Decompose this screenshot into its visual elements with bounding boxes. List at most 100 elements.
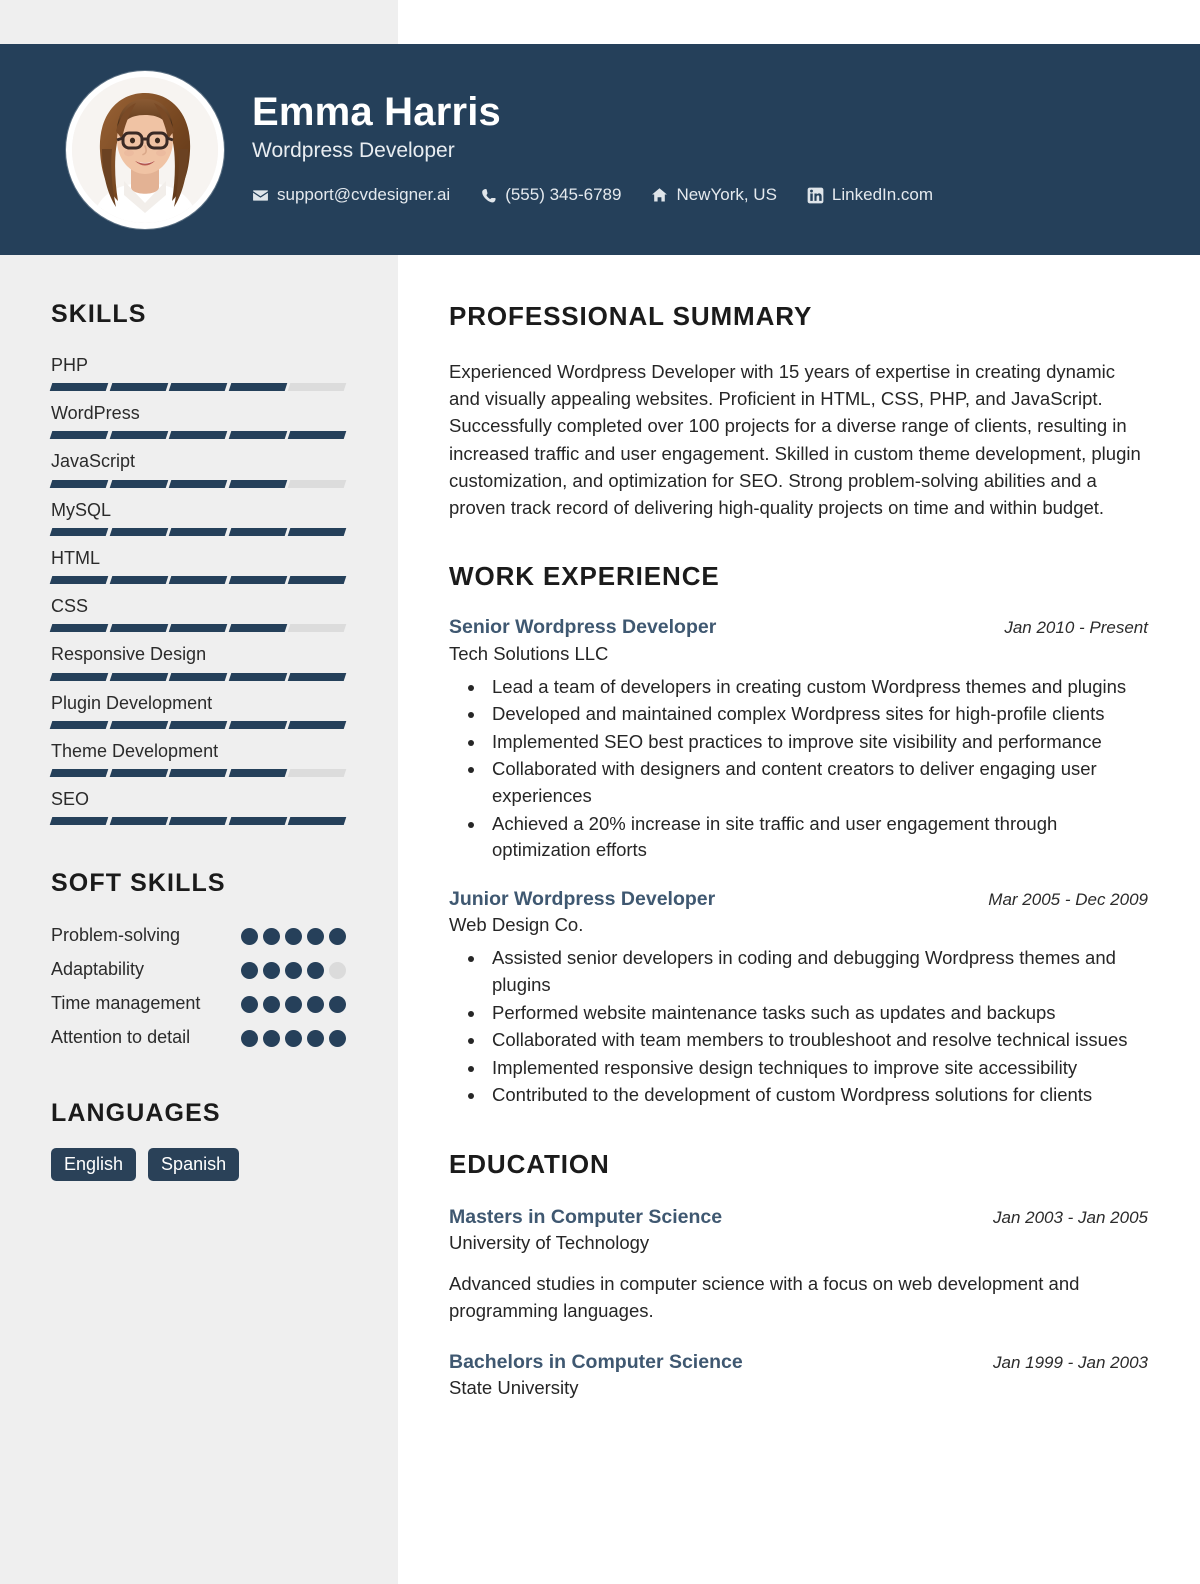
- skill-bar-segment: [109, 479, 168, 488]
- soft-skill-rating: [241, 1026, 346, 1048]
- rating-dot: [263, 996, 280, 1014]
- header-text-block: Emma Harris Wordpress Developer support@…: [252, 90, 933, 210]
- rating-dot: [263, 962, 280, 980]
- home-icon: [651, 187, 668, 204]
- list-item: Assisted senior developers in coding and…: [486, 945, 1148, 998]
- soft-skills-list: Problem-solving Adaptability Time manageme…: [51, 924, 346, 1053]
- rating-dot: [285, 996, 302, 1014]
- experience-date: Mar 2005 - Dec 2009: [988, 889, 1148, 909]
- experience-entry: Junior Wordpress Developer Mar 2005 - Dec…: [449, 888, 1148, 1109]
- resume-header: Emma Harris Wordpress Developer support@…: [0, 44, 1200, 255]
- skill-row: PHP: [49, 355, 347, 392]
- skill-bar-segment: [228, 817, 287, 826]
- skill-level-bar: [49, 720, 347, 729]
- skills-list: PHP WordPress JavaScript MySQL HTML CSS Respon…: [49, 355, 347, 826]
- education-heading: EDUCATION: [449, 1149, 610, 1180]
- contact-location-text: NewYork, US: [676, 185, 777, 205]
- skill-bar-segment: [288, 576, 347, 585]
- education-date: Jan 1999 - Jan 2003: [992, 1353, 1148, 1373]
- profile-photo-icon: [72, 76, 218, 223]
- skill-bar-segment: [49, 527, 108, 536]
- list-item: Implemented responsive design techniques…: [486, 1055, 1148, 1082]
- soft-skill-rating: [241, 992, 346, 1014]
- experience-title: Junior Wordpress Developer: [449, 887, 716, 910]
- skill-bar-segment: [109, 769, 168, 778]
- entry-header: Bachelors in Computer Science Jan 1999 - …: [449, 1351, 1148, 1374]
- skill-label: CSS: [51, 596, 89, 617]
- skill-bar-segment: [228, 720, 287, 729]
- list-item: Collaborated with designers and content …: [486, 756, 1148, 809]
- skill-level-bar: [49, 817, 347, 826]
- skill-row: JavaScript: [49, 451, 347, 488]
- skill-bar-segment: [288, 817, 347, 826]
- education-degree: Masters in Computer Science: [449, 1206, 723, 1229]
- skill-bar-segment: [109, 672, 168, 681]
- skill-bar-segment: [49, 672, 108, 681]
- phone-icon: [480, 187, 497, 204]
- skill-row: Plugin Development: [49, 693, 347, 729]
- rating-dot: [241, 962, 258, 980]
- skill-bar-segment: [168, 769, 228, 778]
- rating-dot: [285, 1030, 302, 1048]
- education-degree: Bachelors in Computer Science: [449, 1351, 743, 1374]
- education-institution: University of Technology: [449, 1232, 650, 1254]
- soft-skill-row: Attention to detail: [51, 1026, 346, 1053]
- rating-dot: [285, 928, 302, 946]
- skill-bar-segment: [168, 720, 228, 729]
- skill-bar-segment: [228, 769, 287, 778]
- rating-dot: [285, 962, 302, 980]
- skill-bar-segment: [168, 479, 228, 488]
- skill-level-bar: [49, 624, 347, 633]
- skill-row: CSS: [49, 596, 347, 633]
- envelope-icon: [252, 187, 269, 204]
- list-item: Developed and maintained complex Wordpre…: [486, 701, 1148, 728]
- skill-bar-segment: [109, 576, 168, 585]
- skill-bar-segment: [168, 431, 228, 440]
- experience-entry: Senior Wordpress Developer Jan 2010 - Pre…: [449, 616, 1148, 864]
- resume-page: Emma Harris Wordpress Developer support@…: [0, 0, 1200, 1584]
- list-item: Achieved a 20% increase in site traffic …: [486, 811, 1148, 864]
- skill-level-bar: [49, 431, 347, 440]
- soft-skill-row: Problem-solving: [51, 924, 346, 951]
- skill-row: HTML: [49, 547, 347, 585]
- top-strip-left-gray: [0, 0, 398, 44]
- rating-dot: [263, 1030, 280, 1048]
- rating-dot: [307, 928, 324, 946]
- skill-label: JavaScript: [51, 451, 136, 472]
- skill-label: PHP: [51, 355, 89, 375]
- language-tag: Spanish: [148, 1148, 240, 1182]
- skill-bar-segment: [49, 624, 108, 633]
- experience-title: Senior Wordpress Developer: [449, 616, 717, 639]
- experience-company: Web Design Co.: [449, 914, 584, 936]
- skill-level-bar: [49, 527, 347, 536]
- skill-row: Responsive Design: [49, 644, 347, 681]
- skill-label: Theme Development: [51, 740, 219, 761]
- soft-skill-row: Time management: [51, 992, 346, 1019]
- contact-list: support@cvdesigner.ai (555) 345-6789 New…: [252, 185, 933, 205]
- rating-dot: [307, 996, 324, 1014]
- skill-bar-segment: [228, 527, 287, 536]
- education-entry: Masters in Computer Science Jan 2003 - Ja…: [449, 1206, 1148, 1325]
- contact-email[interactable]: support@cvdesigner.ai: [252, 185, 450, 205]
- contact-email-text: support@cvdesigner.ai: [277, 185, 451, 205]
- education-date: Jan 2003 - Jan 2005: [992, 1208, 1148, 1228]
- skill-bar-segment: [109, 817, 168, 826]
- skill-bar-segment: [109, 624, 168, 633]
- skill-bar-segment: [49, 479, 108, 488]
- contact-linkedin[interactable]: LinkedIn.com: [807, 185, 933, 205]
- skill-bar-segment: [49, 431, 108, 440]
- contact-phone[interactable]: (555) 345-6789: [480, 185, 621, 205]
- skill-bar-segment: [109, 527, 168, 536]
- skill-label: HTML: [51, 547, 100, 568]
- education-list: Masters in Computer Science Jan 2003 - Ja…: [449, 1206, 1148, 1399]
- soft-skill-rating: [241, 958, 346, 980]
- skill-bar-segment: [228, 431, 287, 440]
- soft-skill-label: Problem-solving: [51, 925, 181, 946]
- skill-bar-segment: [49, 383, 108, 392]
- skill-bar-segment: [168, 624, 228, 633]
- contact-location[interactable]: NewYork, US: [651, 185, 777, 205]
- summary-text: Experienced Wordpress Developer with 15 …: [449, 361, 1141, 518]
- languages-list: English Spanish: [51, 1148, 346, 1182]
- skill-bar-segment: [288, 479, 347, 488]
- skill-bar-segment: [228, 383, 287, 392]
